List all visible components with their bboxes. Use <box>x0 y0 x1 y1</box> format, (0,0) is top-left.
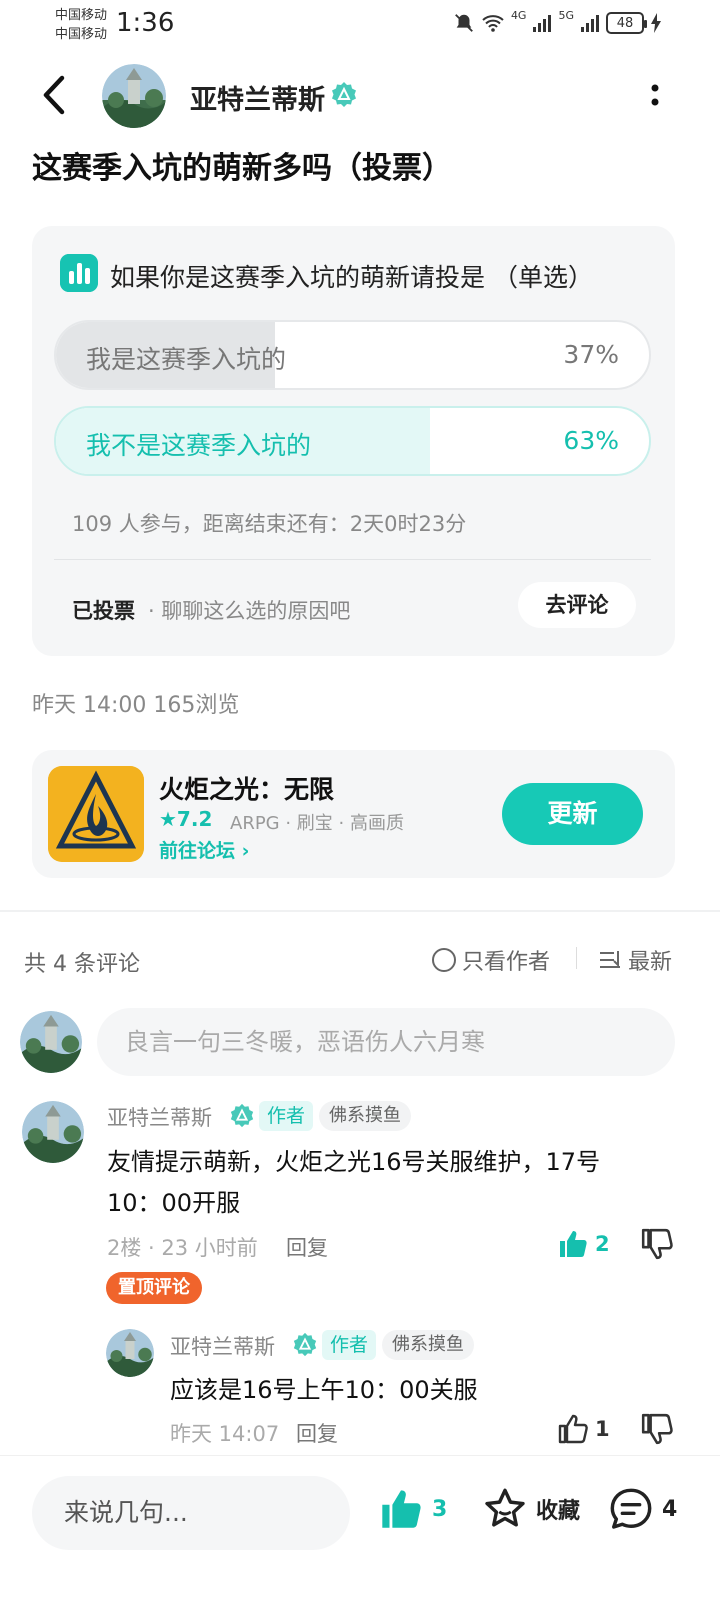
game-logo-icon <box>48 766 144 862</box>
post-like-button[interactable]: 3 <box>378 1486 447 1532</box>
author-avatar[interactable] <box>102 64 166 128</box>
wifi-icon <box>482 15 504 32</box>
carrier-2: 中国移动 <box>55 27 108 42</box>
poll-option-2-percent: 63% <box>563 426 619 455</box>
post-like-count: 3 <box>432 1496 448 1522</box>
network-5g-label: 5G <box>558 8 574 22</box>
comment-text-line-2: 10：00开服 <box>107 1189 241 1217</box>
post-title: 这赛季入坑的萌新多吗（投票） <box>32 151 452 186</box>
reply-like-count: 1 <box>595 1417 610 1441</box>
poll-question: 如果你是这赛季入坑的萌新请投是 （单选） <box>110 263 593 292</box>
status-time: 1:36 <box>116 8 175 38</box>
reply-button[interactable]: 回复 <box>286 1232 328 1262</box>
verified-icon <box>332 82 356 107</box>
update-button[interactable]: 更新 <box>502 783 643 845</box>
comment-like-count: 2 <box>595 1232 610 1256</box>
my-avatar <box>20 1011 82 1073</box>
section-divider <box>0 910 720 912</box>
sort-icon <box>600 951 620 968</box>
favorite-label: 收藏 <box>536 1499 581 1524</box>
comment-bubble-icon <box>610 1488 652 1529</box>
comment-meta: 2楼 · 23 小时前 <box>107 1236 258 1260</box>
thumbs-down-icon[interactable] <box>640 1412 674 1446</box>
author-tag: 作者 <box>259 1101 314 1131</box>
go-comment-button[interactable]: 去评论 <box>518 582 636 628</box>
back-icon[interactable] <box>36 72 76 118</box>
reply-button[interactable]: 回复 <box>296 1418 338 1448</box>
comments-button[interactable]: 4 <box>608 1486 677 1532</box>
commenter-avatar[interactable] <box>22 1101 84 1163</box>
thumbs-up-icon <box>382 1490 421 1528</box>
voted-hint: · 聊聊这么选的原因吧 <box>148 599 351 623</box>
radio-icon <box>432 948 456 972</box>
poll-option-1-label: 我是这赛季入坑的 <box>86 345 287 374</box>
replier-avatar[interactable] <box>106 1329 154 1377</box>
comment-count: 共 4 条评论 <box>24 952 140 977</box>
header-separator <box>576 947 577 969</box>
verified-icon <box>230 1103 254 1128</box>
sort-label: 最新 <box>628 950 673 975</box>
reply-text: 应该是16号上午10：00关服 <box>170 1376 478 1404</box>
poll-option-1-percent: 37% <box>563 340 619 369</box>
author-tag: 作者 <box>322 1330 377 1360</box>
network-4g-label: 4G <box>510 8 527 22</box>
more-icon[interactable] <box>643 80 667 112</box>
thumbs-up-icon <box>560 1231 587 1257</box>
comment-like-button[interactable]: 2 <box>557 1228 610 1260</box>
pinned-badge: 置顶评论 <box>106 1272 202 1304</box>
verified-icon <box>293 1332 317 1357</box>
battery-icon: 48 <box>606 12 647 34</box>
poll-option-2[interactable]: 我不是这赛季入坑的 63% <box>54 406 651 476</box>
comment-input[interactable]: 良言一句三冬暖，恶语伤人六月寒 <box>97 1008 675 1076</box>
carrier-1: 中国移动 <box>55 8 108 23</box>
game-tags: ARPG · 刷宝 · 高画质 <box>230 813 404 834</box>
game-card[interactable]: 火炬之光：无限 ★7.2 ARPG · 刷宝 · 高画质 前往论坛 › 更新 <box>32 750 675 878</box>
signal-icon <box>581 15 599 32</box>
bottom-action-bar: 来说几句... 3 收藏 4 <box>0 1455 720 1600</box>
status-bar: 中国移动 中国移动 1:36 4G 5G 48 <box>0 0 720 52</box>
game-forum-link[interactable]: 前往论坛 › <box>159 836 249 863</box>
star-icon <box>485 1488 525 1527</box>
thumbs-up-icon <box>558 1414 588 1444</box>
sort-button[interactable]: 最新 <box>598 944 672 976</box>
commenter-name[interactable]: 亚特兰蒂斯 <box>107 1102 212 1132</box>
reply-like-button[interactable]: 1 <box>557 1413 610 1445</box>
voted-label: 已投票 <box>72 599 135 623</box>
bottom-comment-input[interactable]: 来说几句... <box>32 1476 350 1550</box>
status-icons: 4G 5G 48 <box>453 8 662 34</box>
game-rating: ★7.2 <box>159 807 213 831</box>
flair-tag: 佛系摸鱼 <box>382 1330 474 1360</box>
poll-divider <box>54 559 651 560</box>
comments-count: 4 <box>662 1496 678 1522</box>
poll-card: 如果你是这赛季入坑的萌新请投是 （单选） 我是这赛季入坑的 37% 我不是这赛季… <box>32 226 675 656</box>
author-only-toggle[interactable]: 只看作者 <box>432 944 550 976</box>
favorite-button[interactable]: 收藏 <box>482 1486 580 1532</box>
post-meta: 昨天 14:00 165浏览 <box>32 693 240 718</box>
author-name[interactable]: 亚特兰蒂斯 <box>190 78 325 117</box>
charging-icon <box>651 13 661 33</box>
poll-chart-icon <box>60 254 98 292</box>
poll-option-1[interactable]: 我是这赛季入坑的 37% <box>54 320 651 390</box>
mute-bell-icon <box>455 14 473 32</box>
thumbs-down-icon[interactable] <box>640 1227 674 1261</box>
game-name: 火炬之光：无限 <box>159 775 335 804</box>
poll-option-2-label: 我不是这赛季入坑的 <box>86 431 312 460</box>
reply-meta: 昨天 14:07 <box>170 1422 280 1446</box>
signal-icon <box>533 15 552 32</box>
flair-tag: 佛系摸鱼 <box>319 1101 411 1131</box>
poll-participants: 109 人参与，距离结束还有：2天0时23分 <box>72 512 467 536</box>
comment-text-line-1: 友情提示萌新，火炬之光16号关服维护，17号 <box>107 1148 601 1176</box>
author-only-label: 只看作者 <box>462 950 551 975</box>
carrier-info: 中国移动 中国移动 <box>55 6 107 44</box>
replier-name[interactable]: 亚特兰蒂斯 <box>170 1331 275 1361</box>
